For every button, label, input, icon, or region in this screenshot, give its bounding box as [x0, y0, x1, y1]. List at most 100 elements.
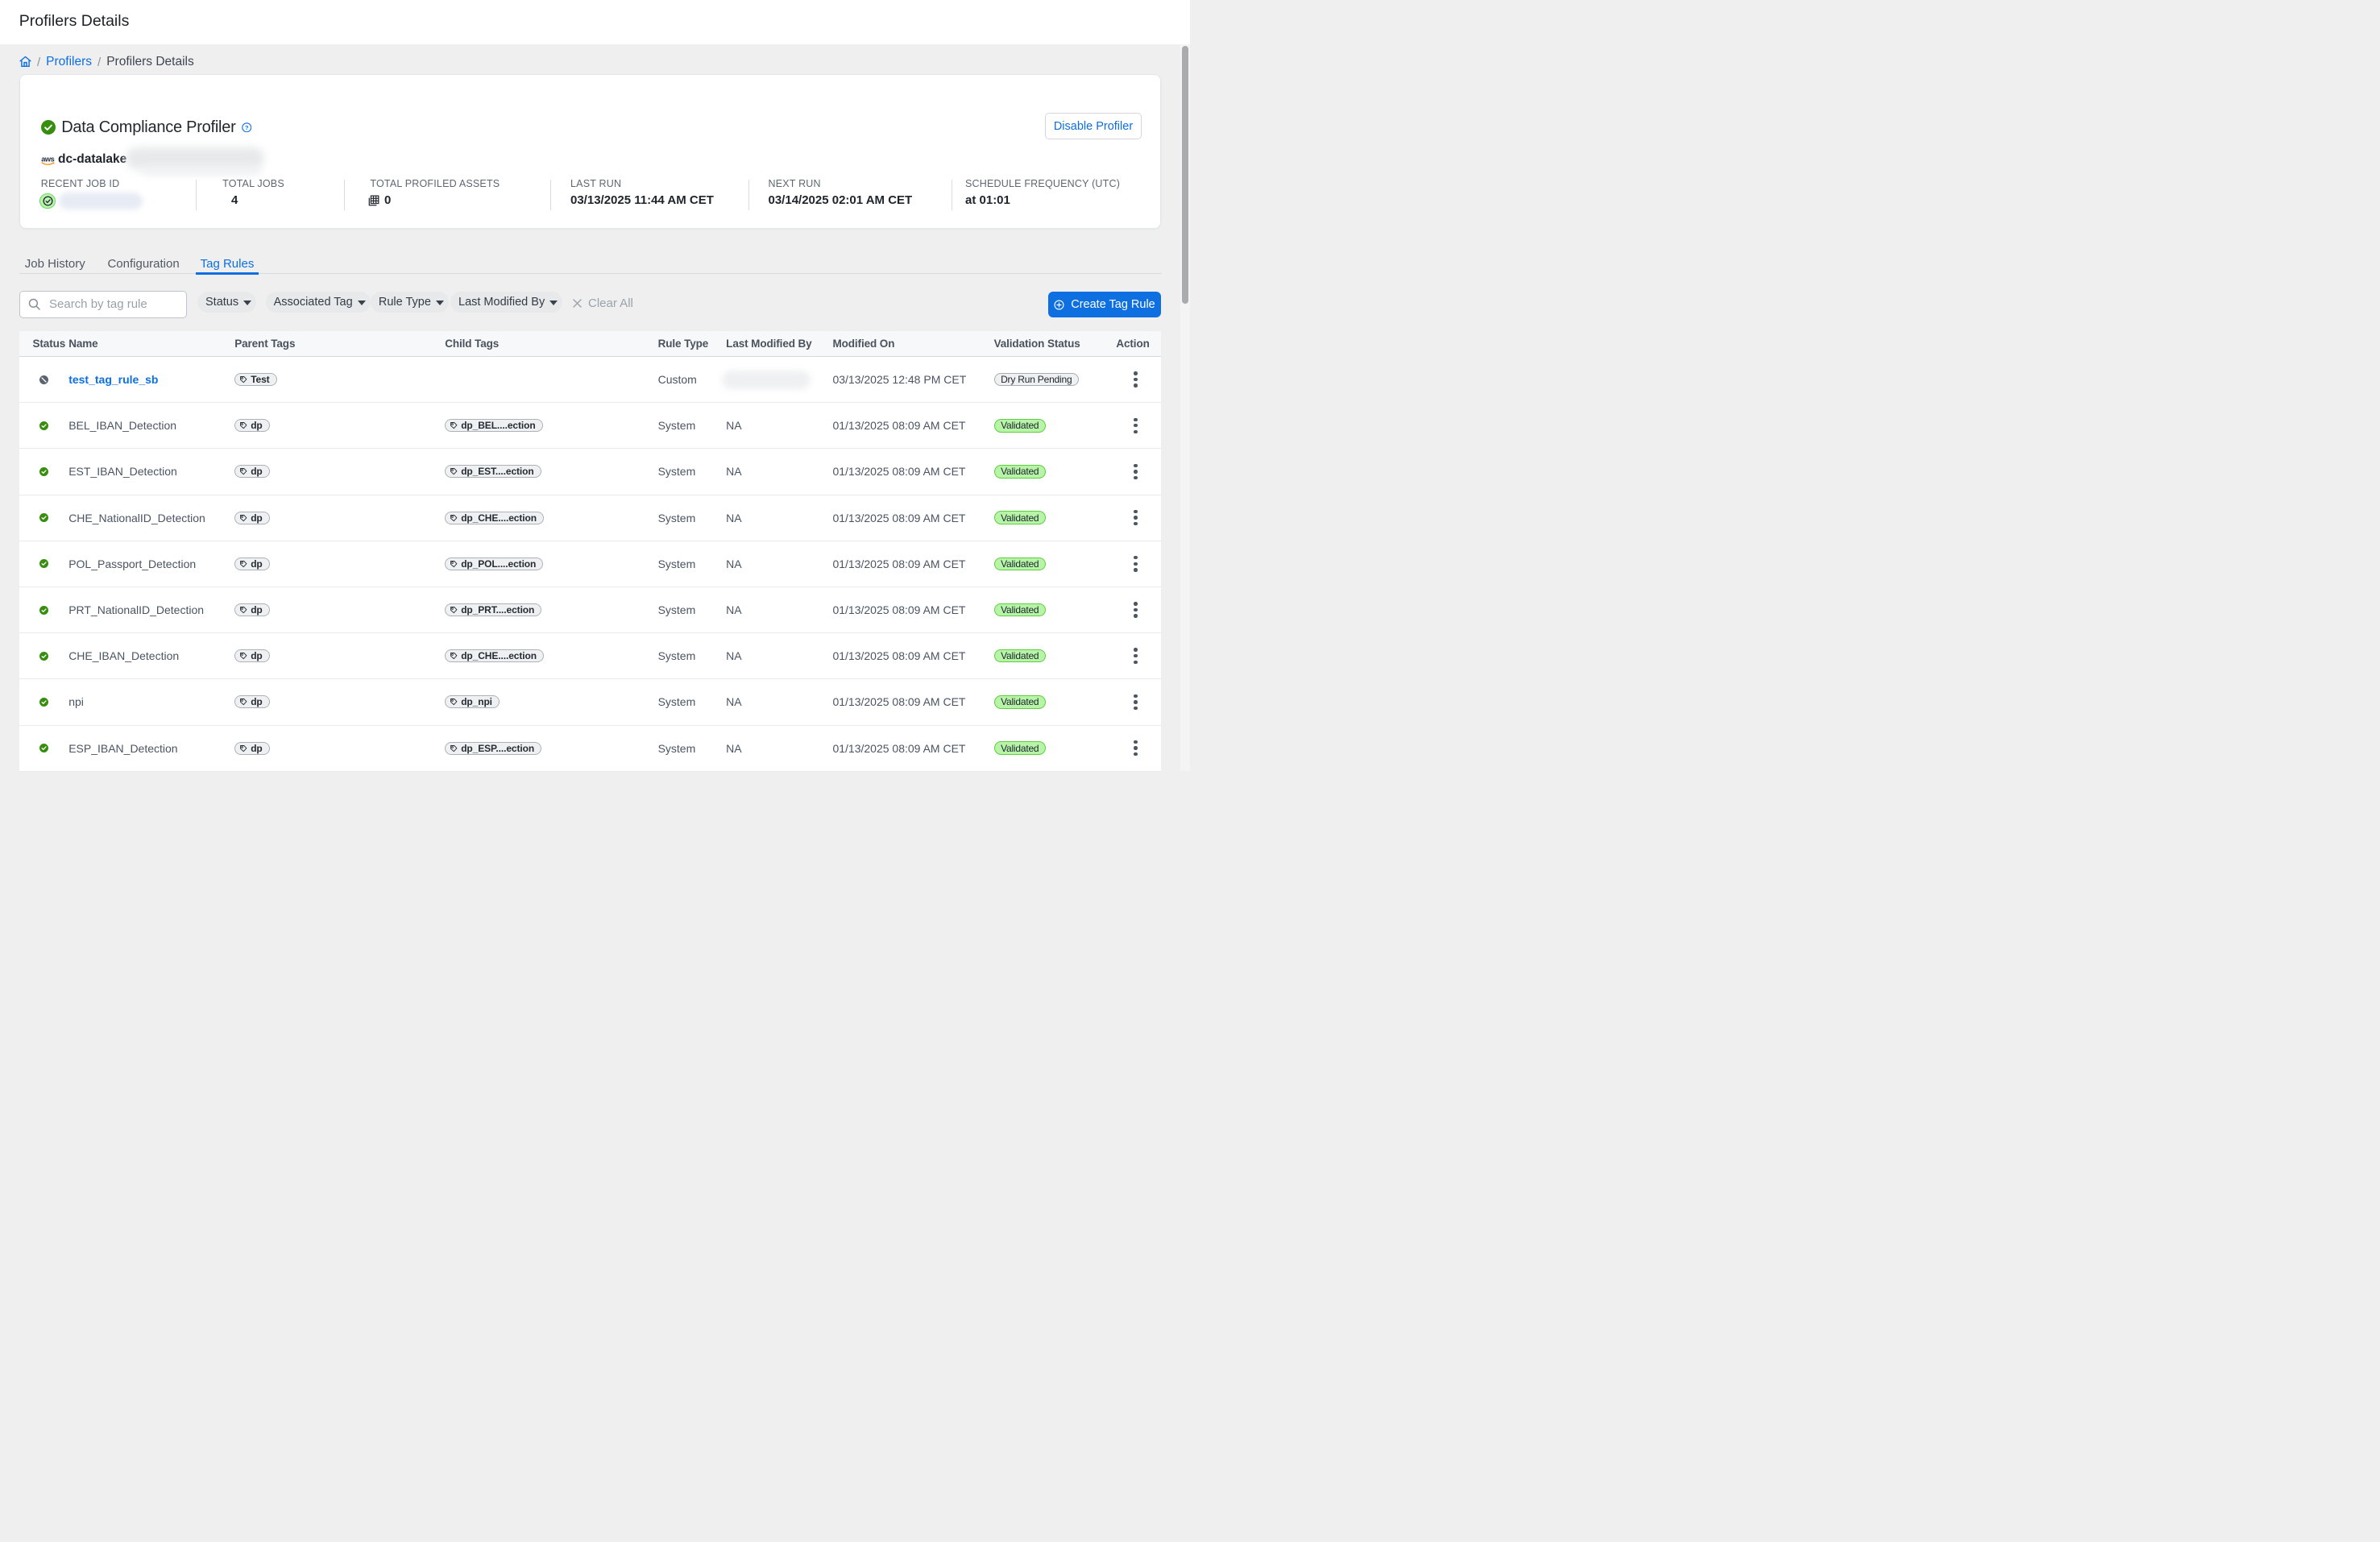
rule-name: npi — [68, 695, 84, 708]
tab-configuration[interactable]: Configuration — [102, 250, 185, 274]
chevron-down-icon — [436, 301, 444, 305]
last-modified-by: NA — [726, 512, 741, 524]
tag-pill[interactable]: dp — [234, 695, 269, 708]
stat-value-total-profiled-assets: 0 — [368, 193, 391, 207]
tag-pill[interactable]: dp_CHE....ection — [445, 649, 544, 662]
kebab-menu-icon[interactable] — [1126, 508, 1145, 528]
column-header-status: Status — [19, 338, 68, 350]
filter-dropdown-associated-tag[interactable]: Associated Tag — [266, 292, 371, 313]
action-cell — [1116, 462, 1161, 481]
column-header-rule-type: Rule Type — [658, 338, 727, 350]
action-cell — [1116, 739, 1161, 758]
tag-pill[interactable]: dp_PRT....ection — [445, 603, 541, 616]
tag-pill[interactable]: dp — [234, 742, 269, 755]
modified-on-cell: 01/13/2025 08:09 AM CET — [832, 465, 993, 478]
tag-pill[interactable]: Test — [234, 373, 276, 386]
tab-job-history[interactable]: Job History — [19, 250, 91, 274]
rule-status-icon — [19, 375, 68, 384]
tab-bar: Job History Configuration Tag Rules — [19, 250, 1162, 274]
validation-status-cell: Validated — [994, 465, 1117, 479]
rule-name: POL_Passport_Detection — [68, 558, 196, 570]
disable-profiler-button[interactable]: Disable Profiler — [1045, 113, 1142, 139]
kebab-menu-icon[interactable] — [1126, 554, 1145, 574]
vertical-scrollbar-track[interactable] — [1180, 44, 1190, 771]
action-cell — [1116, 508, 1161, 528]
tag-pill[interactable]: dp_npi — [445, 695, 500, 708]
action-cell — [1116, 692, 1161, 711]
rule-type-cell: System — [658, 512, 727, 524]
table-row: BEL_IBAN_Detectiondpdp_BEL....ectionSyst… — [19, 403, 1161, 449]
validation-status-badge: Validated — [994, 649, 1046, 663]
chevron-down-icon — [243, 301, 251, 305]
rule-status-icon — [19, 606, 68, 615]
column-header-last-modified-by: Last Modified By — [726, 338, 832, 350]
validation-status-badge: Validated — [994, 465, 1046, 479]
parent-tags-cell: dp — [234, 742, 445, 755]
tag-pill[interactable]: dp_BEL....ection — [445, 419, 542, 432]
rule-status-icon — [19, 421, 68, 430]
clear-all-button[interactable]: Clear All — [572, 292, 633, 313]
datalake-row: aws dc-datalake — [41, 151, 126, 168]
modified-on-cell: 01/13/2025 08:09 AM CET — [832, 558, 993, 570]
vertical-scrollbar-thumb[interactable] — [1182, 46, 1188, 304]
search-input[interactable] — [48, 296, 176, 312]
tag-pill[interactable]: dp_CHE....ection — [445, 512, 544, 524]
kebab-menu-icon[interactable] — [1126, 646, 1145, 665]
child-tags-cell: dp_ESP....ection — [445, 742, 657, 755]
rule-type-cell: System — [658, 695, 727, 708]
parent-tags-cell: dp — [234, 465, 445, 478]
kebab-menu-icon[interactable] — [1126, 600, 1145, 620]
breadcrumb-item-current: Profilers Details — [106, 55, 194, 69]
kebab-menu-icon[interactable] — [1126, 739, 1145, 758]
stat-label-recent-job-id: RECENT JOB ID — [41, 178, 120, 189]
tag-pill[interactable]: dp — [234, 603, 269, 616]
parent-tags-cell: dp — [234, 695, 445, 708]
filter-dropdown-last-modified-by[interactable]: Last Modified By — [450, 292, 562, 313]
rule-name: CHE_NationalID_Detection — [68, 512, 205, 524]
redacted-last-modified-by — [722, 371, 811, 389]
tag-pill[interactable]: dp_POL....ection — [445, 558, 543, 570]
table-row: PRT_NationalID_Detectiondpdp_PRT....ecti… — [19, 587, 1161, 633]
search-icon — [28, 298, 40, 310]
tag-pill[interactable]: dp_EST....ection — [445, 465, 541, 478]
stat-label-schedule-frequency: SCHEDULE FREQUENCY (UTC) — [965, 178, 1120, 189]
redacted-job-id — [59, 193, 143, 209]
validation-status-cell: Validated — [994, 558, 1117, 571]
kebab-menu-icon[interactable] — [1126, 462, 1145, 481]
rule-type-cell: System — [658, 742, 727, 755]
tag-pill[interactable]: dp — [234, 649, 269, 662]
filter-dropdown-status[interactable]: Status — [197, 292, 256, 313]
validation-status-badge: Validated — [994, 741, 1046, 755]
action-cell — [1116, 600, 1161, 620]
tag-pill[interactable]: dp_ESP....ection — [445, 742, 541, 755]
search-box — [19, 291, 187, 318]
column-header-parent-tags: Parent Tags — [234, 338, 445, 350]
stat-value-total-jobs: 4 — [231, 193, 238, 207]
last-modified-by-cell: NA — [726, 603, 832, 616]
kebab-menu-icon[interactable] — [1126, 416, 1145, 435]
help-icon[interactable]: ? — [236, 122, 252, 133]
stat-label-last-run: LAST RUN — [570, 178, 621, 189]
last-modified-by-cell: NA — [726, 742, 832, 755]
tab-tag-rules[interactable]: Tag Rules — [196, 250, 258, 274]
job-status-icon — [39, 193, 56, 209]
last-modified-by: NA — [726, 603, 741, 616]
modified-on-cell: 03/13/2025 12:48 PM CET — [832, 373, 993, 386]
modified-on-cell: 01/13/2025 08:09 AM CET — [832, 512, 993, 524]
tag-pill[interactable]: dp — [234, 465, 269, 478]
validation-status-badge: Validated — [994, 603, 1046, 617]
create-tag-rule-button[interactable]: Create Tag Rule — [1048, 292, 1161, 317]
rule-type-cell: System — [658, 603, 727, 616]
tag-pill[interactable]: dp — [234, 419, 269, 432]
home-icon[interactable] — [19, 56, 31, 68]
breadcrumb-item-profilers[interactable]: Profilers — [46, 55, 92, 69]
filter-dropdown-rule-type[interactable]: Rule Type — [371, 292, 449, 313]
kebab-menu-icon[interactable] — [1126, 370, 1145, 389]
table-row: ESP_IBAN_Detectiondpdp_ESP....ectionSyst… — [19, 726, 1161, 772]
rule-name-link[interactable]: test_tag_rule_sb — [68, 373, 158, 386]
stat-label-total-profiled-assets: TOTAL PROFILED ASSETS — [370, 178, 500, 189]
tag-pill[interactable]: dp — [234, 558, 269, 570]
kebab-menu-icon[interactable] — [1126, 692, 1145, 711]
breadcrumb-separator: / — [97, 56, 101, 69]
tag-pill[interactable]: dp — [234, 512, 269, 524]
